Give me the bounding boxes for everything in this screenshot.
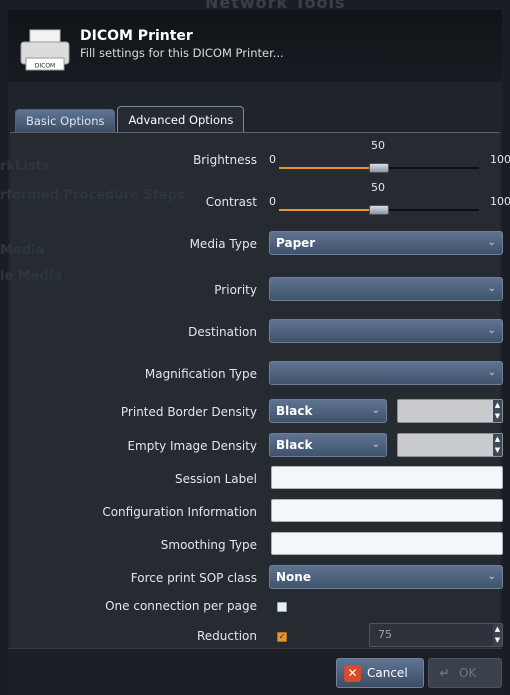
background-ghost-item: Media [0,243,45,258]
magnification-type-label: Magnification Type [144,367,257,381]
spin-arrows-icon[interactable]: ▲ ▼ [493,434,502,456]
background-ghost-item: le Media [0,269,63,284]
chevron-down-icon: ⌄ [487,325,496,336]
one-connection-per-page-label: One connection per page [105,599,257,613]
configuration-information-label: Configuration Information [102,505,257,519]
printed-border-density-value: Black [276,404,313,418]
contrast-value: 50 [371,181,385,194]
brightness-min: 0 [269,153,276,166]
smoothing-type-label: Smoothing Type [160,538,257,552]
advanced-options-panel: rkLists rformed Procedure Steps Media le… [0,132,510,648]
cancel-button[interactable]: ✕ Cancel [336,658,424,688]
contrast-max: 100 [490,195,510,208]
reduction-value: 75 [378,628,392,641]
chevron-down-icon: ⌄ [487,237,496,248]
force-print-sop-class-select[interactable]: None ⌄ [269,565,503,589]
reduction-label: Reduction [197,629,257,643]
chevron-down-icon: ⌄ [487,367,496,378]
destination-select[interactable]: ⌄ [269,319,503,343]
reduction-checkbox[interactable]: ✓ [277,632,287,642]
brightness-label: Brightness [193,153,257,167]
brightness-thumb[interactable] [369,163,389,173]
contrast-fill [279,209,379,211]
background-ghost-item: rkLists [0,159,50,174]
force-print-sop-class-value: None [276,570,311,584]
cancel-label: Cancel [367,666,408,680]
empty-image-density-select[interactable]: Black ⌄ [269,433,387,457]
brightness-track[interactable] [279,163,479,173]
magnification-type-select[interactable]: ⌄ [269,361,503,385]
brightness-slider[interactable]: 0 50 100 [269,139,510,173]
chevron-down-icon: ⌄ [371,439,380,450]
background-ghost-item: rformed Procedure Steps [0,188,185,203]
contrast-slider[interactable]: 0 50 100 [269,181,510,215]
tab-advanced-options[interactable]: Advanced Options [117,106,245,132]
printer-icon: DICOM [18,28,72,72]
media-type-label: Media Type [189,237,257,251]
dialog-header: DICOM DICOM Printer Fill settings for th… [8,10,502,82]
printed-border-density-select[interactable]: Black ⌄ [269,399,387,423]
chevron-down-icon: ⌄ [371,405,380,416]
enter-arrow-icon: ↵ [439,666,450,680]
dialog-title: DICOM Printer [80,28,193,44]
close-icon: ✕ [344,665,361,682]
chevron-down-icon: ⌄ [487,283,496,294]
force-print-sop-class-label: Force print SOP class [130,571,257,585]
priority-select[interactable]: ⌄ [269,277,503,301]
contrast-label: Contrast [205,195,257,209]
spin-arrows-icon[interactable]: ▲ ▼ [493,400,502,422]
one-connection-per-page-checkbox[interactable] [277,602,287,612]
dialog-subtitle: Fill settings for this DICOM Printer... [80,46,284,60]
empty-image-density-value: Black [276,438,313,452]
printed-border-density-spinbox[interactable]: ▲ ▼ [397,399,503,423]
empty-image-density-label: Empty Image Density [127,439,257,453]
dialog-footer: ✕ Cancel ↵ OK [8,648,502,695]
contrast-track[interactable] [279,205,479,215]
brightness-fill [279,167,379,169]
ok-label: OK [459,666,477,680]
tab-basic-options[interactable]: Basic Options [15,109,116,132]
chevron-down-icon: ⌄ [487,571,496,582]
smoothing-type-input[interactable] [271,532,503,555]
printer-icon-label: DICOM [35,63,55,70]
brightness-value: 50 [371,139,385,152]
empty-image-density-spinbox[interactable]: ▲ ▼ [397,433,503,457]
media-type-value: Paper [276,236,316,250]
brightness-max: 100 [490,153,510,166]
ok-button[interactable]: ↵ OK [428,658,502,688]
configuration-information-input[interactable] [271,499,503,522]
reduction-input[interactable]: 75 ▲ ▼ [369,623,503,647]
printed-border-density-label: Printed Border Density [120,405,257,419]
tab-bar: Basic Options Advanced Options [15,106,245,132]
contrast-thumb[interactable] [369,205,389,215]
contrast-min: 0 [269,195,276,208]
session-label-label: Session Label [175,472,257,486]
session-label-input[interactable] [271,466,503,489]
spin-arrows-icon[interactable]: ▲ ▼ [493,624,502,646]
media-type-select[interactable]: Paper ⌄ [269,231,503,255]
priority-label: Priority [214,283,257,297]
printer-settings-dialog: Basic Options Advanced Options rkLists r… [0,82,510,648]
destination-label: Destination [188,325,257,339]
